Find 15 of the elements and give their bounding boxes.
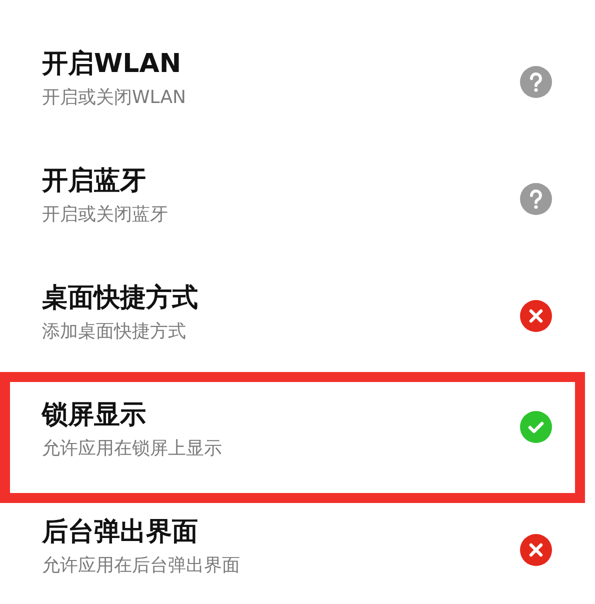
permission-description: 开启或关闭蓝牙 <box>42 202 169 226</box>
permission-description: 开启或关闭WLAN <box>42 86 188 110</box>
permission-title: 开启WLAN <box>42 48 182 80</box>
permission-title: 后台弹出界面 <box>42 516 199 548</box>
permission-description: 允许应用在后台弹出界面 <box>42 554 241 578</box>
cross-icon[interactable] <box>520 300 552 332</box>
permission-description: 允许应用在锁屏上显示 <box>42 436 223 460</box>
permission-description: 添加桌面快捷方式 <box>42 320 187 344</box>
question-icon[interactable] <box>520 66 552 98</box>
check-icon[interactable] <box>520 410 552 442</box>
permission-title: 桌面快捷方式 <box>42 282 199 314</box>
permission-title: 锁屏显示 <box>42 398 147 432</box>
cross-icon[interactable] <box>520 534 552 566</box>
question-icon[interactable] <box>520 182 552 214</box>
permission-title: 开启蓝牙 <box>42 164 147 198</box>
